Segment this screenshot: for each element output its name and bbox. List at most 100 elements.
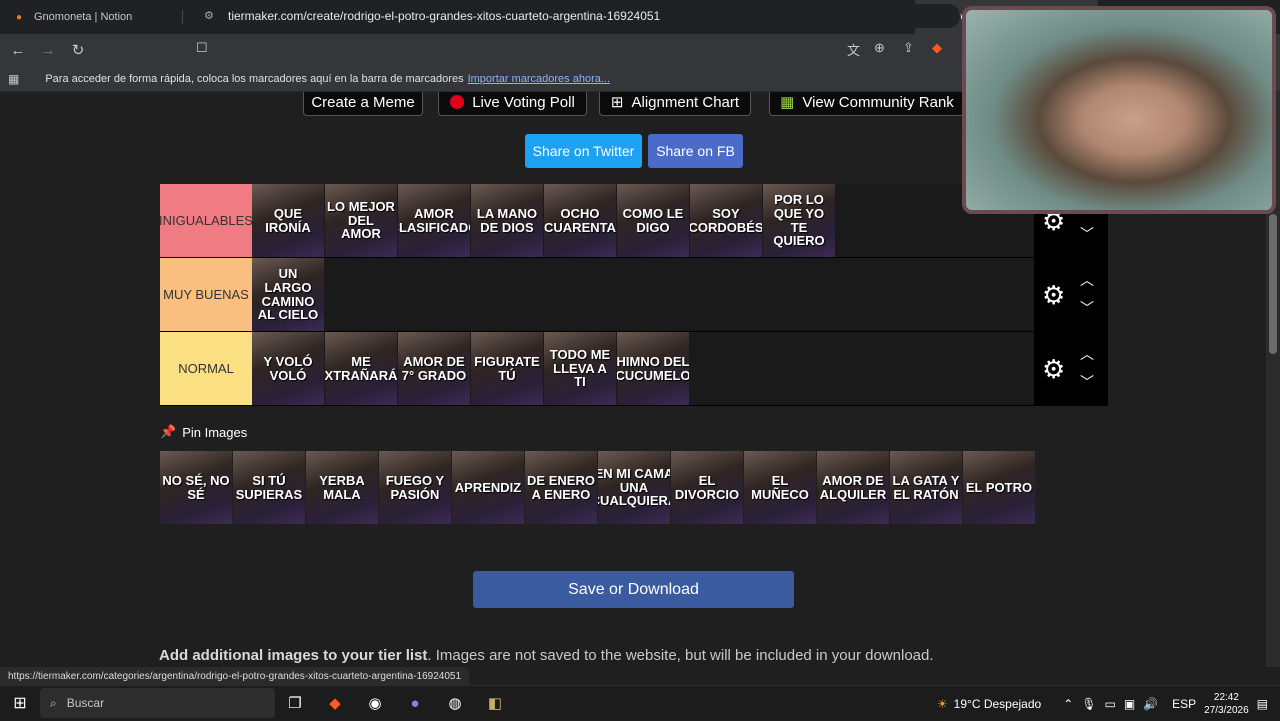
alignment-chart-button[interactable]: ⊞ Alignment Chart xyxy=(599,92,751,116)
gear-icon[interactable]: ⚙ xyxy=(1042,280,1065,311)
weather-icon[interactable]: ☀ xyxy=(937,697,948,711)
address-bar[interactable]: ⚙ tiermaker.com/create/rodrigo-el-potro-… xyxy=(190,4,960,28)
song-title: FUEGO Y PASIÓN xyxy=(385,472,445,502)
gear-icon[interactable]: ⚙ xyxy=(1042,354,1065,385)
tier-items[interactable]: QUE IRONÍA LO MEJOR DEL AMORAMOR CLASIFIC… xyxy=(252,184,1034,257)
song-tile[interactable]: UN LARGO CAMINO AL CIELO xyxy=(252,258,324,331)
clock[interactable]: 22:42 27/3/2026 xyxy=(1204,691,1249,717)
song-tile[interactable]: FIGURATE TÚ xyxy=(471,332,543,405)
song-tile[interactable]: COMO LE DIGO xyxy=(617,184,689,257)
alignment-chart-label: Alignment Chart xyxy=(631,93,740,111)
volume-icon[interactable]: 🔊 xyxy=(1143,697,1158,711)
community-grid-icon: ▦ xyxy=(780,94,795,111)
song-tile[interactable]: SI TÚ SUPIERAS xyxy=(233,451,305,524)
clock-date: 27/3/2026 xyxy=(1204,704,1249,716)
taskbar-search[interactable]: ⌕ Buscar xyxy=(40,688,275,718)
community-rank-label: View Community Rank xyxy=(802,93,954,111)
song-tile[interactable]: TODO ME LLEVA A TI xyxy=(544,332,616,405)
tier-row: NORMAL Y VOLÓ VOLÓ ME EXTRAÑARÁSAMOR DE 7°… xyxy=(160,332,1108,406)
song-title: Y VOLÓ VOLÓ xyxy=(263,353,313,383)
song-title: APRENDIZ xyxy=(454,479,522,495)
discord-icon[interactable]: ● xyxy=(395,688,435,718)
apps-grid-icon[interactable]: ▦ xyxy=(8,72,19,86)
song-tile[interactable]: FUEGO Y PASIÓN xyxy=(379,451,451,524)
weather-text[interactable]: 19°C Despejado xyxy=(954,697,1042,711)
song-tile[interactable]: OCHO CUARENTA xyxy=(544,184,616,257)
brave-browser-icon[interactable]: ◆ xyxy=(315,688,355,718)
song-title: LA GATA Y EL RATÓN xyxy=(892,472,960,502)
steam-icon[interactable]: ◍ xyxy=(435,688,475,718)
song-title: COMO LE DIGO xyxy=(622,205,684,235)
song-title: UN LARGO CAMINO AL CIELO xyxy=(257,266,319,323)
song-tile[interactable]: EN MI CAMA UNA CUALQUIERA xyxy=(598,451,670,524)
forward-icon[interactable]: → xyxy=(36,38,60,62)
song-title: DE ENERO A ENERO xyxy=(527,472,595,502)
image-pool: NO SÉ, NO SÉ SI TÚ SUPIERAS YERBA MALA FUEG… xyxy=(160,451,1040,525)
back-icon[interactable]: ← xyxy=(6,38,30,62)
chevron-up-icon[interactable]: ︿ xyxy=(1080,270,1094,290)
live-voting-button[interactable]: Live Voting Poll xyxy=(438,92,587,116)
share-twitter-button[interactable]: Share on Twitter xyxy=(525,134,642,168)
league-icon[interactable]: ◧ xyxy=(475,688,515,718)
brave-shield-icon[interactable]: ◆ xyxy=(932,40,942,56)
song-tile[interactable]: DE ENERO A ENERO xyxy=(525,451,597,524)
browser-tab[interactable]: ● Gnomoneta | Notion xyxy=(0,0,183,34)
song-title: TODO ME LLEVA A TI xyxy=(549,347,611,390)
tier-label[interactable]: NORMAL xyxy=(160,332,252,405)
save-download-button[interactable]: Save or Download xyxy=(473,571,794,608)
song-tile[interactable]: EL POTRO xyxy=(963,451,1035,524)
tray-chevron-icon[interactable]: ⌃ xyxy=(1063,697,1073,711)
share-icon[interactable]: ⇪ xyxy=(903,40,914,56)
translate-icon[interactable]: 文 xyxy=(847,40,860,59)
song-tile[interactable]: ME EXTRAÑARÁS xyxy=(325,332,397,405)
song-tile[interactable]: Y VOLÓ VOLÓ xyxy=(252,332,324,405)
chevron-up-icon[interactable]: ︿ xyxy=(1080,344,1094,364)
zoom-icon[interactable]: ⊕ xyxy=(874,40,885,56)
song-tile[interactable]: EL DIVORCIO xyxy=(671,451,743,524)
song-tile[interactable]: QUE IRONÍA xyxy=(252,184,324,257)
windows-start-icon[interactable]: ⊞ xyxy=(0,693,40,713)
import-bookmarks-link[interactable]: Importar marcadores ahora... xyxy=(468,73,610,85)
song-tile[interactable]: EL MUÑECO xyxy=(744,451,816,524)
song-tile[interactable]: HIMNO DEL CUCUMELO xyxy=(617,332,689,405)
obs-icon[interactable]: ◉ xyxy=(355,688,395,718)
tier-label[interactable]: INIGUALABLES xyxy=(159,184,253,257)
network-icon[interactable]: ▣ xyxy=(1124,697,1135,711)
song-tile[interactable]: LA MANO DE DIOS xyxy=(471,184,543,257)
taskbar: ⊞ ⌕ Buscar ❐ ◆ ◉ ● ◍ ◧ ☀ 19°C Despejado … xyxy=(0,685,1280,720)
tier-label[interactable]: MUY BUENAS xyxy=(160,258,252,331)
song-title: LA MANO DE DIOS xyxy=(476,205,538,235)
tier-items[interactable]: UN LARGO CAMINO AL CIELO xyxy=(252,258,1034,331)
share-fb-button[interactable]: Share on FB xyxy=(648,134,743,168)
community-rank-button[interactable]: ▦ View Community Rank xyxy=(769,92,965,116)
song-tile[interactable]: AMOR CLASIFICADO xyxy=(398,184,470,257)
scrollbar-thumb[interactable] xyxy=(1269,214,1277,354)
language-indicator[interactable]: ESP xyxy=(1172,697,1196,711)
status-url: https://tiermaker.com/categories/argenti… xyxy=(0,667,470,685)
create-meme-button[interactable]: Create a Meme xyxy=(303,92,423,116)
song-tile[interactable]: LA GATA Y EL RATÓN xyxy=(890,451,962,524)
chevron-down-icon[interactable]: ﹀ xyxy=(1080,372,1094,392)
song-tile[interactable]: AMOR DE 7° GRADO xyxy=(398,332,470,405)
tier-items[interactable]: Y VOLÓ VOLÓ ME EXTRAÑARÁSAMOR DE 7° GRADO… xyxy=(252,332,1034,405)
live-voting-label: Live Voting Poll xyxy=(472,93,575,111)
song-tile[interactable]: NO SÉ, NO SÉ xyxy=(160,451,232,524)
song-title: FIGURATE TÚ xyxy=(474,353,540,383)
song-tile[interactable]: LO MEJOR DEL AMOR xyxy=(325,184,397,257)
reload-icon[interactable]: ↻ xyxy=(66,38,90,62)
pin-images-toggle[interactable]: 📌 Pin Images xyxy=(160,424,247,440)
song-tile[interactable]: APRENDIZ xyxy=(452,451,524,524)
bookmark-icon[interactable]: ☐ xyxy=(196,40,208,56)
song-tile[interactable]: SOY CORDOBÉS xyxy=(690,184,762,257)
song-tile[interactable]: POR LO QUE YO TE QUIERO xyxy=(763,184,835,257)
mic-icon[interactable]: 🎙 xyxy=(1081,697,1096,711)
task-view-icon[interactable]: ❐ xyxy=(275,688,315,718)
song-title: NO SÉ, NO SÉ xyxy=(162,472,230,502)
battery-icon[interactable]: ▭ xyxy=(1105,697,1116,711)
chevron-down-icon[interactable]: ﹀ xyxy=(1080,224,1094,244)
notifications-icon[interactable]: ▤ xyxy=(1257,697,1268,711)
song-tile[interactable]: AMOR DE ALQUILER xyxy=(817,451,889,524)
song-tile[interactable]: YERBA MALA xyxy=(306,451,378,524)
site-info-icon[interactable]: ⚙ xyxy=(204,9,214,22)
chevron-down-icon[interactable]: ﹀ xyxy=(1080,298,1094,318)
